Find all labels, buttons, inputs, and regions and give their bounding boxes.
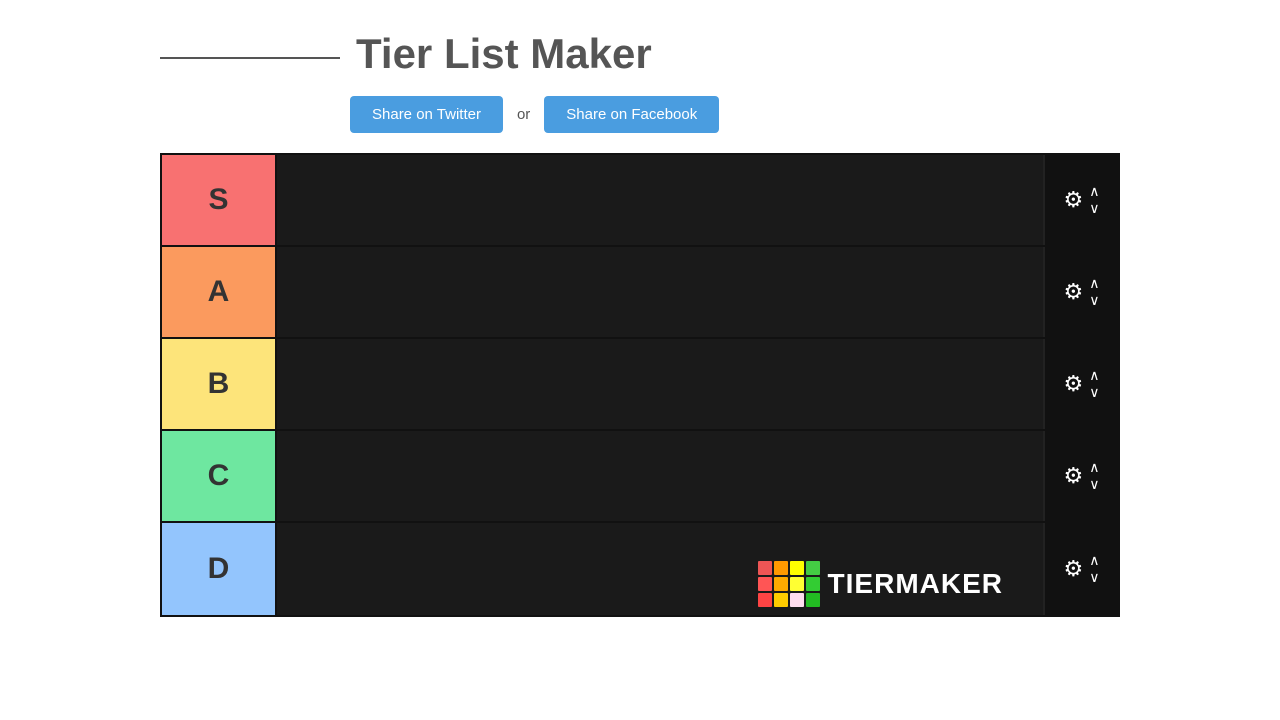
tier-content-s[interactable] bbox=[277, 155, 1043, 245]
or-text: or bbox=[517, 106, 530, 123]
title-underline bbox=[160, 57, 340, 59]
chevron-up-icon[interactable]: ∧ bbox=[1089, 275, 1099, 292]
tier-controls-b: ⚙ ∧∨ bbox=[1043, 339, 1118, 429]
tier-content-c[interactable] bbox=[277, 431, 1043, 521]
tier-row-s: S ⚙ ∧∨ bbox=[162, 155, 1118, 247]
tier-controls-a: ⚙ ∧∨ bbox=[1043, 247, 1118, 337]
tier-row-a: A ⚙ ∧∨ bbox=[162, 247, 1118, 339]
tier-row-c: C ⚙ ∧∨ bbox=[162, 431, 1118, 523]
gear-icon[interactable]: ⚙ bbox=[1064, 279, 1084, 305]
logo-grid bbox=[758, 561, 820, 607]
title-row: Tier List Maker bbox=[160, 30, 1280, 78]
tier-label-s: S bbox=[162, 155, 277, 245]
chevron-up-icon[interactable]: ∧ bbox=[1089, 552, 1099, 569]
tier-label-a: A bbox=[162, 247, 277, 337]
chevron-down-icon[interactable]: ∨ bbox=[1089, 200, 1099, 217]
share-facebook-button[interactable]: Share on Facebook bbox=[544, 96, 719, 133]
logo-text: TiERMAKER bbox=[828, 568, 1003, 600]
share-row: Share on Twitter or Share on Facebook bbox=[160, 96, 1280, 133]
tier-controls-d: ⚙ ∧∨ bbox=[1043, 523, 1118, 615]
tier-row-b: B ⚙ ∧∨ bbox=[162, 339, 1118, 431]
chevron-down-icon[interactable]: ∨ bbox=[1089, 569, 1099, 586]
tier-list: S⚙∧∨A⚙∧∨B⚙∧∨C⚙∧∨DTiERMAKER⚙∧∨ bbox=[160, 153, 1120, 617]
tiermaker-logo: TiERMAKER bbox=[758, 561, 1003, 607]
chevron-up-icon[interactable]: ∧ bbox=[1089, 367, 1099, 384]
tier-controls-c: ⚙ ∧∨ bbox=[1043, 431, 1118, 521]
tier-label-b: B bbox=[162, 339, 277, 429]
chevron-down-icon[interactable]: ∨ bbox=[1089, 292, 1099, 309]
chevron-down-icon[interactable]: ∨ bbox=[1089, 476, 1099, 493]
tier-label-c: C bbox=[162, 431, 277, 521]
share-twitter-button[interactable]: Share on Twitter bbox=[350, 96, 503, 133]
tier-content-d[interactable]: TiERMAKER bbox=[277, 523, 1043, 615]
gear-icon[interactable]: ⚙ bbox=[1064, 371, 1084, 397]
page-title: Tier List Maker bbox=[356, 30, 652, 78]
chevron-up-icon[interactable]: ∧ bbox=[1089, 183, 1099, 200]
chevron-down-icon[interactable]: ∨ bbox=[1089, 384, 1099, 401]
tier-label-d: D bbox=[162, 523, 277, 615]
tier-content-b[interactable] bbox=[277, 339, 1043, 429]
gear-icon[interactable]: ⚙ bbox=[1064, 187, 1084, 213]
gear-icon[interactable]: ⚙ bbox=[1064, 463, 1084, 489]
tier-content-a[interactable] bbox=[277, 247, 1043, 337]
gear-icon[interactable]: ⚙ bbox=[1064, 556, 1084, 582]
tier-row-d: D TiERMAKER ⚙ ∧∨ bbox=[162, 523, 1118, 615]
chevron-up-icon[interactable]: ∧ bbox=[1089, 459, 1099, 476]
tier-controls-s: ⚙ ∧∨ bbox=[1043, 155, 1118, 245]
